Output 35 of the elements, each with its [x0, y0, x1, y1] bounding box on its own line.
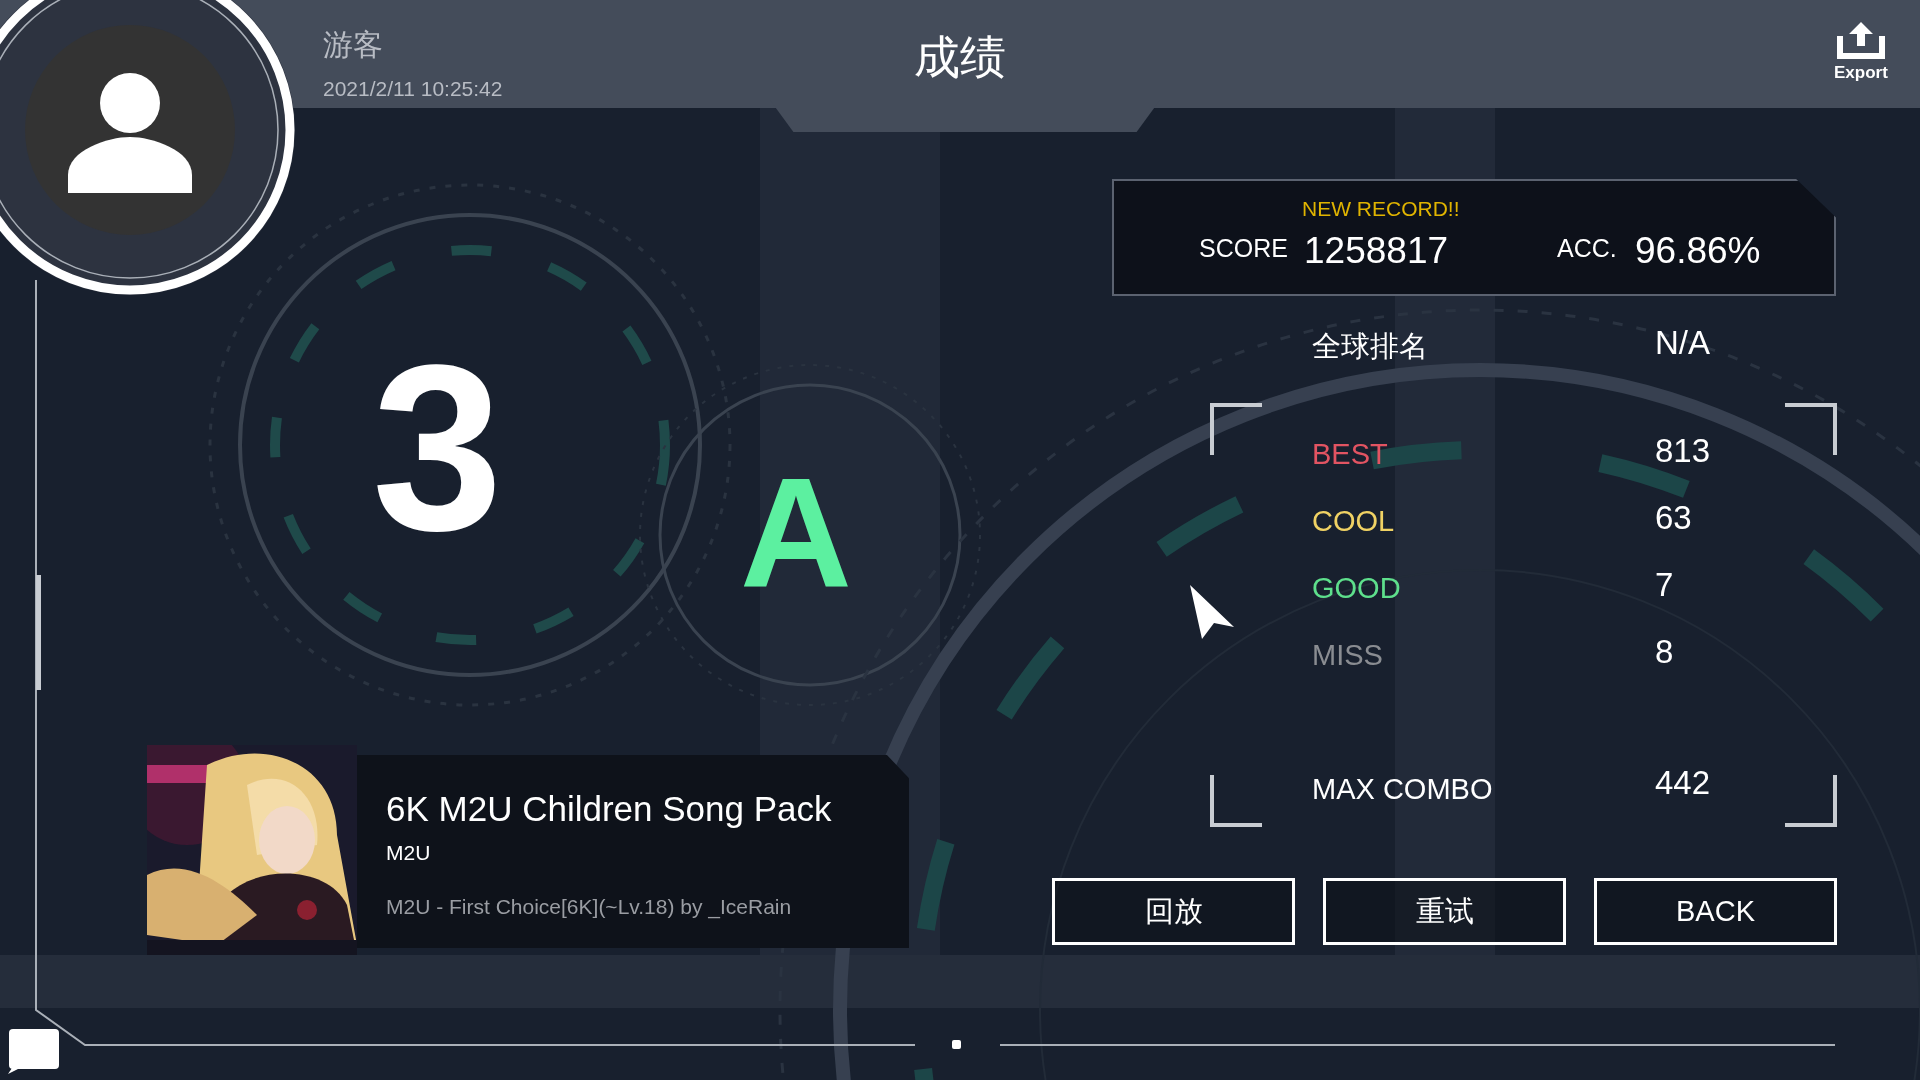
song-title: 6K M2U Children Song Pack [386, 790, 832, 829]
timestamp: 2021/2/11 10:25:42 [323, 78, 503, 99]
judgement-count: 7 [1655, 568, 1674, 601]
corner-bracket [1210, 775, 1262, 827]
rank-grade: A [740, 455, 852, 610]
corner-bracket [1785, 403, 1837, 455]
judgement-label: COOL [1312, 507, 1395, 536]
username: 游客 [323, 30, 383, 60]
judgement-count: 63 [1655, 501, 1692, 534]
max-combo-label: MAX COMBO [1312, 775, 1493, 804]
max-combo-value: 442 [1655, 766, 1711, 799]
export-button[interactable]: Export [1834, 18, 1888, 81]
judgement-count: 813 [1655, 434, 1711, 467]
screen-title: 成绩 [914, 34, 1006, 80]
score-label: SCORE [1199, 236, 1288, 261]
chart-info: M2U - First Choice[6K](~Lv.18) by _IceRain [386, 896, 792, 917]
action-button[interactable]: BACK [1594, 878, 1837, 945]
cursor-icon [1188, 583, 1236, 641]
judgement-count: 8 [1655, 635, 1674, 668]
chat-bubble-icon [8, 1028, 60, 1074]
corner-bracket [1785, 775, 1837, 827]
judgement-label: BEST [1312, 440, 1388, 469]
action-button[interactable]: 回放 [1052, 878, 1295, 945]
rank-count: 3 [372, 330, 503, 565]
global-rank-value: N/A [1655, 326, 1710, 359]
judgement-label: MISS [1312, 641, 1383, 670]
song-artist: M2U [386, 842, 431, 863]
judgement-label: GOOD [1312, 574, 1401, 603]
new-record-label: NEW RECORD!! [1302, 198, 1460, 219]
accuracy-label: ACC. [1557, 236, 1617, 261]
score-value: 1258817 [1304, 232, 1449, 269]
accuracy-value: 96.86% [1635, 232, 1761, 269]
action-button[interactable]: 重试 [1323, 878, 1566, 945]
global-rank-label: 全球排名 [1312, 332, 1428, 361]
corner-bracket [1210, 403, 1262, 455]
